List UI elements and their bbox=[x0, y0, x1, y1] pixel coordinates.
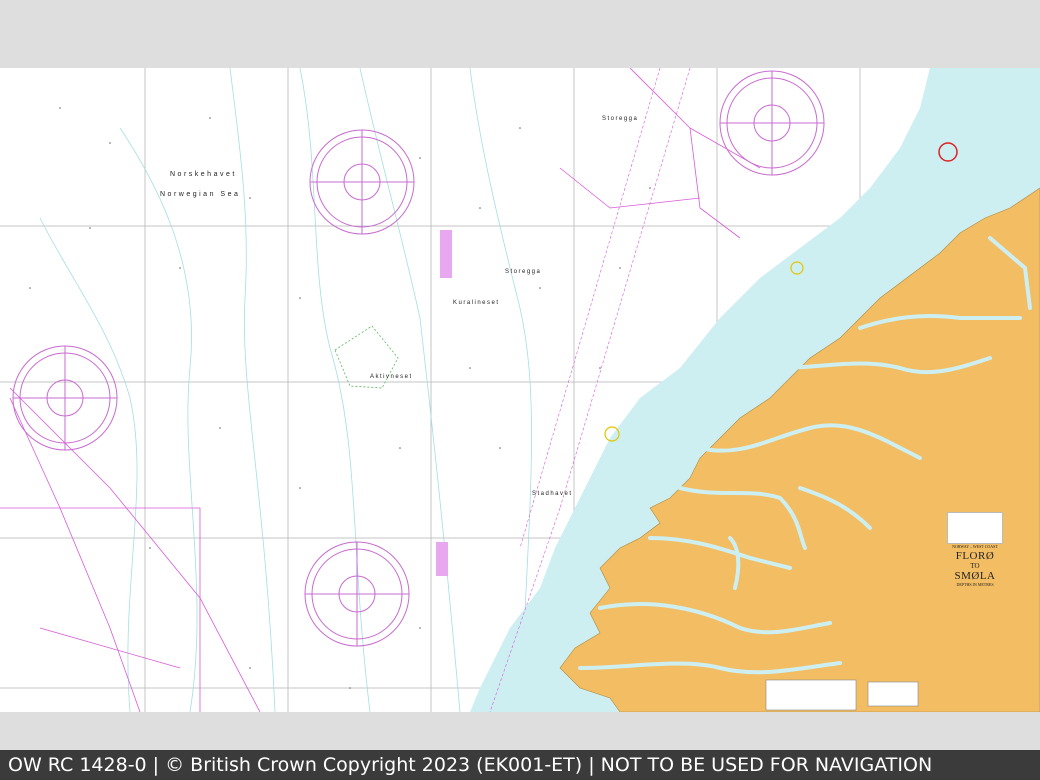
title-white-panel bbox=[947, 512, 1003, 544]
tidal-table bbox=[765, 679, 857, 711]
chart-title-block: NORWAY – WEST COAST FLORØ TO SMØLA DEPTH… bbox=[920, 512, 1030, 588]
viewer-bottom-band bbox=[0, 712, 1040, 750]
viewer-top-band bbox=[0, 0, 1040, 68]
place-label: Storegga bbox=[602, 116, 638, 122]
compass-rose-3 bbox=[12, 345, 118, 451]
restricted-area bbox=[440, 230, 452, 278]
compass-rose-1 bbox=[309, 129, 415, 235]
place-label: Aktivneset bbox=[370, 374, 413, 380]
nautical-chart[interactable]: Norskehavet Norwegian Sea Storegga Store… bbox=[0, 68, 1040, 712]
place-label: Stadhavet bbox=[532, 491, 573, 497]
title-to-word: TO bbox=[970, 562, 980, 570]
compass-rose-4 bbox=[304, 541, 410, 647]
legend-box bbox=[867, 681, 919, 707]
compass-rose-2 bbox=[719, 70, 825, 176]
title-depths: DEPTHS IN METRES bbox=[956, 582, 994, 587]
depth-contours bbox=[39, 68, 532, 712]
title-to: SMØLA bbox=[954, 570, 996, 582]
chart-canvas: Norskehavet Norwegian Sea Storegga Store… bbox=[0, 68, 1040, 712]
place-label: Kuralineset bbox=[453, 300, 500, 306]
restricted-area bbox=[436, 542, 448, 576]
sea-label: Norskehavet bbox=[170, 171, 237, 178]
sea-label: Norwegian Sea bbox=[160, 191, 240, 198]
title-from: FLORØ bbox=[955, 550, 995, 562]
copyright-footer: OW RC 1428-0 | © British Crown Copyright… bbox=[0, 750, 1040, 780]
place-label: Storegga bbox=[505, 269, 541, 275]
